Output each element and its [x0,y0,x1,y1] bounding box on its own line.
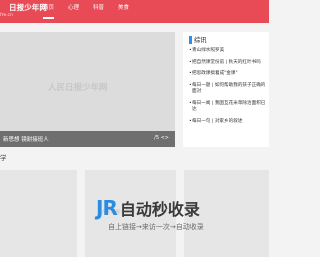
promo-overlay[interactable]: JR 自动秒收录 自上链接→来访一次→自动收录 [96,196,266,231]
nav-item-food[interactable]: 美食 [118,4,129,19]
promo-logo-mark: JR [96,196,118,220]
article-card[interactable] [0,170,77,257]
list-item-text[interactable]: 把思政课搞着成"金课" [192,71,238,78]
bullet-icon: • [189,71,192,76]
banner-page-indicator[interactable]: /5 <> [154,135,169,141]
site-title[interactable]: 日报少年网 [9,2,47,13]
banner-watermark: 人民日报少年网 [48,83,108,93]
banner-caption-bar: 新思想 镜耐接班人 /5 <> [0,131,175,147]
bullet-icon: • [189,59,192,65]
promo-brand-line: JR 自动秒收录 [96,196,200,220]
sidebar-accent-bar [189,35,192,44]
list-item-text[interactable]: 每日一句 | 对家乡的叙述 [192,119,242,126]
list-item[interactable]: • 每日一闻 | 我国互花米草除治面积已达 [189,101,269,114]
list-item[interactable]: • 把思政课搞着成"金课" [189,71,269,78]
list-item[interactable]: • 青山绿水照罗美 [189,48,269,55]
nav-item-science[interactable]: 科普 [93,4,104,19]
list-item-text[interactable]: 每日一闻 | 我国互花米草除治面积已达 [192,101,269,114]
section-title: 学 [0,154,7,162]
bullet-icon: • [189,100,192,106]
sidebar-list: • 青山绿水照罗美 • 把自然课堂份前 | 秋天的红叶书吗 • 把思政课搞着成"… [189,48,269,125]
list-item-text[interactable]: 青山绿水照罗美 [192,48,224,55]
promo-brand-text: 自动秒收录 [119,200,200,219]
bullet-icon: • [189,48,192,53]
list-item[interactable]: • 每日一题 | 如何帮助我的孩子正确的面对 [189,83,269,96]
list-item[interactable]: • 每日一句 | 对家乡的叙述 [189,119,269,126]
hero-banner[interactable]: 人民日报少年网 新思想 镜耐接班人 /5 <> [0,32,175,147]
list-item-text[interactable]: 把自然课堂份前 | 秋天的红叶书吗 [192,60,261,67]
main-nav: 首页 心理 科普 美食 [43,4,129,19]
nav-item-home[interactable]: 首页 [43,4,55,19]
sidebar-header: 综讯 [189,35,207,44]
bullet-icon: • [189,82,192,88]
sidebar-title: 综讯 [194,37,207,44]
site-header: 日报少年网 fre.cn 首页 心理 科普 美食 [0,0,269,23]
news-sidebar: 综讯 • 青山绿水照罗美 • 把自然课堂份前 | 秋天的红叶书吗 • 把思政课搞… [183,32,269,147]
banner-caption[interactable]: 新思想 镜耐接班人 [3,135,49,143]
list-item[interactable]: • 把自然课堂份前 | 秋天的红叶书吗 [189,60,269,67]
promo-tagline: 自上链接→来访一次→自动收录 [108,223,204,231]
bullet-icon: • [189,118,192,124]
list-item-text[interactable]: 每日一题 | 如何帮助我的孩子正确的面对 [192,83,269,96]
nav-item-psychology[interactable]: 心理 [68,4,79,19]
site-subtitle: fre.cn [0,13,13,18]
